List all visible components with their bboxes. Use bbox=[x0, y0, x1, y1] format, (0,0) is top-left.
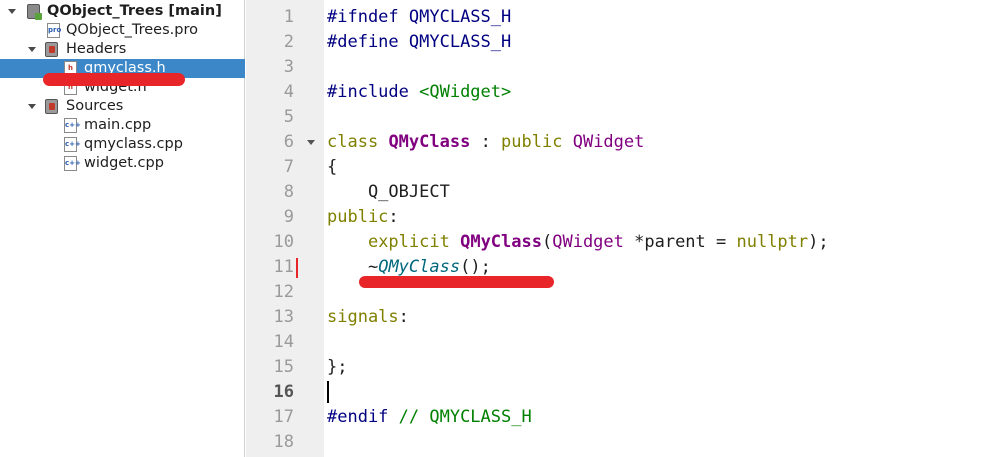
text-cursor bbox=[327, 381, 329, 403]
code-token: #endif bbox=[327, 407, 389, 427]
code-token: #ifndef bbox=[327, 7, 399, 27]
code-token: : bbox=[388, 207, 399, 227]
tree-item-qmyclass-cpp[interactable]: c++ qmyclass.cpp bbox=[0, 135, 245, 154]
code-line-4: #include <QWidget> bbox=[327, 80, 511, 105]
code-token: class bbox=[327, 132, 379, 152]
code-token: QWidget bbox=[572, 132, 645, 152]
code-token: ~ bbox=[367, 257, 379, 277]
qt-project-icon bbox=[27, 4, 42, 20]
line-number: 3 bbox=[283, 57, 294, 77]
tree-item-label: QObject_Trees [main] bbox=[47, 3, 222, 19]
line-number: 7 bbox=[283, 157, 294, 177]
expand-arrow-icon[interactable] bbox=[28, 47, 36, 52]
line-number-gutter[interactable]: 1 2 3 4 5 6 7 8 9 10 11 12 13 14 15 16 1… bbox=[246, 0, 324, 457]
code-token: public bbox=[501, 132, 563, 152]
code-line-7: { bbox=[327, 157, 338, 177]
cpp-file-icon: c++ bbox=[64, 156, 81, 171]
header-folder-icon bbox=[45, 42, 58, 57]
tree-item-pro-file[interactable]: pro QObject_Trees.pro bbox=[0, 21, 245, 40]
code-token: QMYCLASS_H bbox=[398, 7, 512, 27]
annotation-underline bbox=[359, 276, 554, 288]
line-number: 13 bbox=[273, 307, 294, 327]
code-line-10: explicit QMyClass(QWidget *parent = null… bbox=[327, 230, 829, 255]
code-token: QMYCLASS_H bbox=[398, 32, 512, 52]
code-token: ); bbox=[808, 232, 829, 252]
line-number: 11 bbox=[273, 257, 294, 277]
tree-item-label: widget.cpp bbox=[84, 155, 164, 171]
code-token: QMyClass bbox=[378, 257, 461, 277]
code-editor[interactable]: #ifndef QMYCLASS_H #define QMYCLASS_H #i… bbox=[327, 0, 994, 457]
change-marker bbox=[296, 258, 298, 278]
tree-item-project[interactable]: QObject_Trees [main] bbox=[0, 2, 245, 21]
line-number: 17 bbox=[273, 407, 294, 427]
tree-item-widget-cpp[interactable]: c++ widget.cpp bbox=[0, 154, 245, 173]
line-number: 18 bbox=[273, 432, 294, 452]
line-number-current: 16 bbox=[273, 382, 294, 402]
code-token: (); bbox=[460, 257, 491, 277]
code-token: public bbox=[327, 207, 389, 227]
tree-item-main-cpp[interactable]: c++ main.cpp bbox=[0, 116, 245, 135]
code-line-6: class QMyClass : public QWidget bbox=[327, 130, 644, 155]
code-token: QMyClass bbox=[388, 132, 471, 152]
tree-item-label: Sources bbox=[66, 98, 124, 114]
cpp-file-icon: c++ bbox=[64, 137, 81, 152]
code-token: nullptr bbox=[736, 232, 809, 252]
pro-file-icon: pro bbox=[47, 23, 61, 38]
line-number: 14 bbox=[273, 332, 294, 352]
line-number: 8 bbox=[283, 182, 294, 202]
line-number: 2 bbox=[283, 32, 294, 52]
line-number: 5 bbox=[283, 107, 294, 127]
line-number: 4 bbox=[283, 82, 294, 102]
tree-item-label: Headers bbox=[66, 41, 127, 57]
fold-chevron-down-icon[interactable] bbox=[307, 140, 315, 145]
code-line-13: signals: bbox=[327, 305, 409, 330]
line-number: 12 bbox=[273, 282, 294, 302]
code-token: : bbox=[470, 132, 502, 152]
tree-item-label: main.cpp bbox=[84, 117, 152, 133]
code-line-17: #endif // QMYCLASS_H bbox=[327, 405, 532, 430]
line-number: 9 bbox=[283, 207, 294, 227]
code-token: *parent = bbox=[623, 232, 737, 252]
tree-item-headers[interactable]: Headers bbox=[0, 40, 245, 59]
annotation-underline bbox=[43, 73, 185, 86]
project-tree[interactable]: QObject_Trees [main] pro QObject_Trees.p… bbox=[0, 0, 245, 457]
code-token: <QWidget> bbox=[408, 82, 512, 102]
code-token: signals bbox=[327, 307, 399, 327]
code-line-8: Q_OBJECT bbox=[327, 182, 450, 202]
line-number: 15 bbox=[273, 357, 294, 377]
expand-arrow-icon[interactable] bbox=[28, 104, 36, 109]
tree-item-label: QObject_Trees.pro bbox=[66, 22, 198, 38]
expand-arrow-icon[interactable] bbox=[8, 9, 16, 14]
code-token: : bbox=[398, 307, 409, 327]
code-token: explicit bbox=[367, 232, 450, 252]
line-number: 6 bbox=[283, 132, 294, 152]
code-token: #define bbox=[327, 32, 399, 52]
line-number: 10 bbox=[273, 232, 294, 252]
code-line-2: #define QMYCLASS_H bbox=[327, 30, 511, 55]
code-line-1: #ifndef QMYCLASS_H bbox=[327, 5, 511, 30]
code-token: QMyClass bbox=[460, 232, 542, 252]
code-line-9: public: bbox=[327, 205, 399, 230]
code-token: // QMYCLASS_H bbox=[388, 407, 532, 427]
cpp-file-icon: c++ bbox=[64, 118, 81, 133]
source-folder-icon bbox=[45, 99, 58, 114]
code-token: ( bbox=[541, 232, 553, 252]
code-token: #include bbox=[327, 82, 409, 102]
tree-item-sources[interactable]: Sources bbox=[0, 97, 245, 116]
line-number: 1 bbox=[283, 7, 294, 27]
code-token: QWidget bbox=[552, 232, 624, 252]
code-line-15: }; bbox=[327, 357, 348, 377]
tree-item-label: qmyclass.cpp bbox=[84, 136, 183, 152]
